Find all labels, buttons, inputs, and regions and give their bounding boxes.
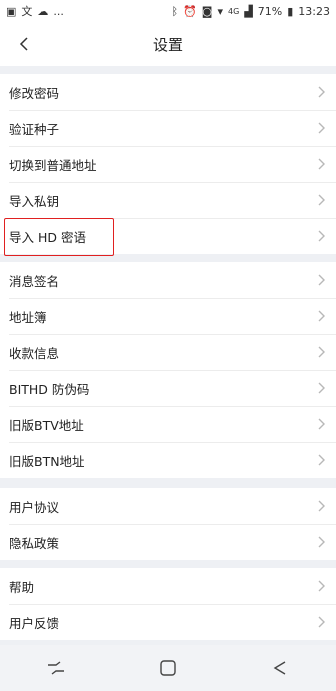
chevron-right-icon <box>318 454 325 466</box>
settings-section-support: 帮助 用户反馈 <box>0 568 336 640</box>
bluetooth-icon: ᛒ <box>171 4 179 18</box>
chevron-right-icon <box>318 230 325 242</box>
status-more-text: ... <box>53 4 64 18</box>
status-bar: ▣ 文 ☁ ... ᛒ ⏰ ◙ ▾ 4G ▟ 71% ▮ 13:23 <box>0 0 336 22</box>
recent-apps-icon <box>48 661 64 675</box>
setting-row-verify-seed[interactable]: 验证种子 <box>0 110 336 146</box>
wifi-icon: ▾ <box>217 4 224 18</box>
translate-icon: 文 <box>21 4 33 18</box>
chevron-right-icon <box>318 580 325 592</box>
battery-percent: 71% <box>257 4 283 18</box>
setting-label: 修改密码 <box>9 85 60 101</box>
chevron-right-icon <box>318 536 325 548</box>
setting-label: 导入私钥 <box>9 193 60 209</box>
cloud-icon: ☁ <box>37 4 49 18</box>
setting-label: 旧版BTN地址 <box>9 453 85 469</box>
image-icon: ▣ <box>6 4 17 18</box>
system-back-button[interactable] <box>260 648 300 688</box>
setting-label: 用户协议 <box>9 499 60 515</box>
setting-row-address-book[interactable]: 地址簿 <box>0 298 336 334</box>
setting-label: 切换到普通地址 <box>9 157 97 173</box>
setting-row-change-password[interactable]: 修改密码 <box>0 74 336 110</box>
chevron-right-icon <box>318 158 325 170</box>
back-button[interactable] <box>8 28 40 60</box>
setting-label: 验证种子 <box>9 121 60 137</box>
alarm-icon: ⏰ <box>183 4 197 18</box>
setting-label: 收款信息 <box>9 345 60 361</box>
status-right: ᛒ ⏰ ◙ ▾ 4G ▟ 71% ▮ 13:23 <box>171 5 330 18</box>
chevron-right-icon <box>318 122 325 134</box>
setting-row-legacy-btn[interactable]: 旧版BTN地址 <box>0 442 336 478</box>
settings-section-legal: 用户协议 隐私政策 <box>0 488 336 560</box>
chevron-right-icon <box>318 86 325 98</box>
chevron-right-icon <box>318 418 325 430</box>
setting-row-legacy-btv[interactable]: 旧版BTV地址 <box>0 406 336 442</box>
setting-row-payment-info[interactable]: 收款信息 <box>0 334 336 370</box>
app-header: 设置 <box>0 22 336 66</box>
home-icon <box>160 660 176 676</box>
setting-row-help[interactable]: 帮助 <box>0 568 336 604</box>
chevron-right-icon <box>318 346 325 358</box>
setting-label: 隐私政策 <box>9 535 60 551</box>
system-nav-bar <box>0 645 336 691</box>
page-title: 设置 <box>152 35 183 54</box>
setting-row-switch-address[interactable]: 切换到普通地址 <box>0 146 336 182</box>
home-button[interactable] <box>148 648 188 688</box>
setting-row-user-agreement[interactable]: 用户协议 <box>0 488 336 524</box>
highlight-box-import-hd-phrase <box>4 218 114 256</box>
setting-label: 旧版BTV地址 <box>9 417 84 433</box>
setting-row-bithd-anticounterfeit[interactable]: BITHD 防伪码 <box>0 370 336 406</box>
setting-label: 帮助 <box>9 579 35 595</box>
chevron-right-icon <box>318 310 325 322</box>
status-left: ▣ 文 ☁ ... <box>6 5 64 18</box>
network-type: 4G <box>228 6 240 16</box>
setting-row-feedback[interactable]: 用户反馈 <box>0 604 336 640</box>
chevron-left-icon <box>19 37 28 51</box>
setting-row-message-sign[interactable]: 消息签名 <box>0 262 336 298</box>
setting-label: 消息签名 <box>9 273 60 289</box>
setting-row-import-private-key[interactable]: 导入私钥 <box>0 182 336 218</box>
settings-section-tools: 消息签名 地址簿 收款信息 BITHD 防伪码 旧版BTV地址 旧版BTN地址 <box>0 262 336 478</box>
chevron-right-icon <box>318 616 325 628</box>
chevron-right-icon <box>318 274 325 286</box>
chevron-right-icon <box>318 500 325 512</box>
setting-row-privacy-policy[interactable]: 隐私政策 <box>0 524 336 560</box>
chevron-right-icon <box>318 382 325 394</box>
setting-label: 用户反馈 <box>9 615 60 631</box>
battery-icon: ▮ <box>287 4 294 18</box>
clock: 13:23 <box>298 4 330 18</box>
setting-label: 地址簿 <box>9 309 47 325</box>
back-icon <box>273 661 286 675</box>
nfc-icon: ◙ <box>201 4 213 18</box>
signal-icon: ▟ <box>244 4 253 18</box>
recent-apps-button[interactable] <box>36 648 76 688</box>
setting-label: BITHD 防伪码 <box>9 381 90 397</box>
chevron-right-icon <box>318 194 325 206</box>
